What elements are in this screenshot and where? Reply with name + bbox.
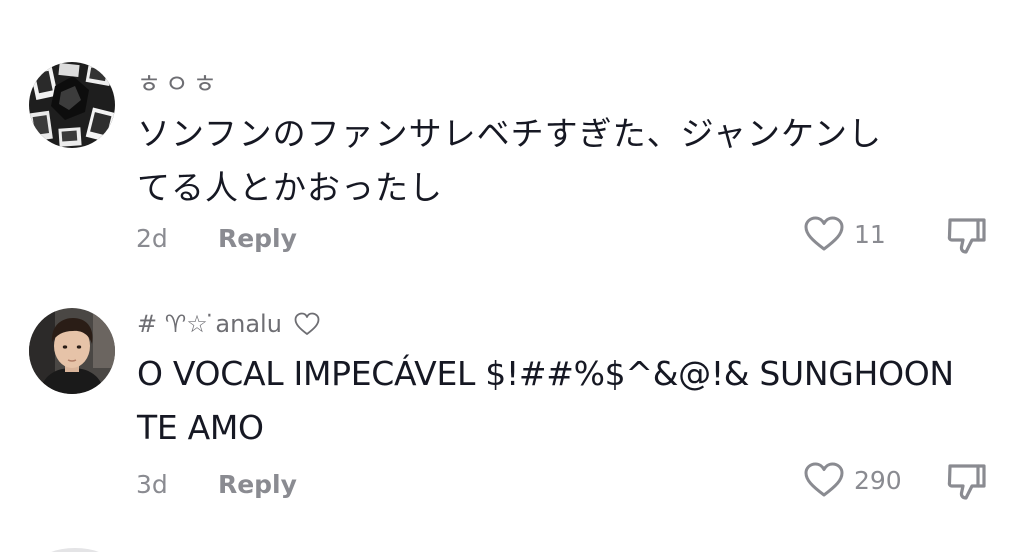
comment-age: 2d <box>136 224 168 253</box>
comment-item: # ♈︎☆ ̇analu O VOCAL IMPECÁVEL $!##%$^&@… <box>0 290 1024 530</box>
like-count: 11 <box>854 219 886 249</box>
comment-username-text: # ♈︎☆ ̇analu <box>137 310 282 338</box>
avatar[interactable] <box>29 308 115 394</box>
like-count: 290 <box>854 465 902 495</box>
thumbs-down-icon <box>947 464 986 500</box>
like-button[interactable]: 290 <box>804 462 902 498</box>
heart-icon <box>804 216 844 251</box>
like-button[interactable]: 11 <box>804 216 886 252</box>
comment-text-line: TE AMO <box>137 408 264 447</box>
comment-text: ソンフンのファンサレベチすぎた、ジャンケンし てる人とかおったし <box>137 107 997 215</box>
comment-username[interactable]: # ♈︎☆ ̇analu <box>137 310 320 338</box>
comment-text: O VOCAL IMPECÁVEL $!##%$^&@!& SUNGHOON T… <box>137 347 997 455</box>
reply-button[interactable]: Reply <box>218 470 297 499</box>
avatar[interactable] <box>29 62 115 148</box>
avatar[interactable] <box>40 548 110 552</box>
thumbs-down-icon <box>947 218 986 254</box>
comment-list: ㅎㅇㅎ ソンフンのファンサレベチすぎた、ジャンケンし てる人とかおったし 2d … <box>0 0 1024 552</box>
comment-text-line: ソンフンのファンサレベチすぎた、ジャンケンし <box>137 114 883 153</box>
comment-item: ㅎㅇㅎ ソンフンのファンサレベチすぎた、ジャンケンし てる人とかおったし 2d … <box>0 0 1024 290</box>
comment-text-line: てる人とかおったし <box>137 168 443 207</box>
comment-meta: 3d Reply <box>136 470 297 499</box>
collage-avatar-icon <box>29 62 115 148</box>
heart-outline-icon <box>294 312 320 335</box>
comment-meta: 2d Reply <box>136 224 297 253</box>
heart-icon <box>804 462 844 497</box>
dislike-button[interactable] <box>944 214 988 262</box>
comment-text-line: O VOCAL IMPECÁVEL $!##%$^&@!& SUNGHOON <box>137 354 954 393</box>
portrait-avatar-icon <box>29 308 115 394</box>
reply-button[interactable]: Reply <box>218 224 297 253</box>
comment-username[interactable]: ㅎㅇㅎ <box>137 64 221 101</box>
comment-age: 3d <box>136 470 168 499</box>
dislike-button[interactable] <box>944 460 988 508</box>
